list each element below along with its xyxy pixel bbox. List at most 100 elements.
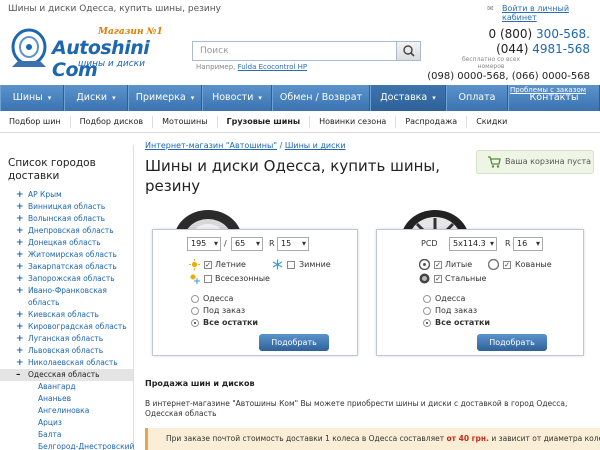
rim-stock-order-radio[interactable] (423, 307, 431, 315)
phone-mobile[interactable]: (098) 0000-568, (066) 0000-568 (427, 71, 590, 82)
phone-kyiv-prefix: (044) (496, 42, 529, 56)
region-item[interactable]: + Винницкая область (0, 201, 133, 213)
summer-checkbox[interactable]: ✓ (204, 261, 212, 269)
region-label: Ивано-Франковская область (28, 286, 107, 307)
city-item[interactable]: Авангард (0, 381, 133, 393)
tire-radius-select[interactable]: 15 (277, 237, 309, 251)
chevron-down-icon: ▾ (432, 94, 436, 102)
order-problem-link[interactable]: Проблемы с заказом (510, 86, 586, 94)
subnav-truck[interactable]: Грузовые шины (218, 115, 311, 128)
city-item[interactable]: Белгород-Днестровский (0, 441, 134, 450)
login-link[interactable]: Войти в личный кабинет (502, 4, 600, 22)
delivery-note: При заказе почтой стоимость доставки 1 к… (145, 428, 600, 450)
sun-snow-icon (190, 274, 200, 284)
region-label: Винницкая область (28, 202, 106, 211)
nav-exchange[interactable]: Обмен / Возврат (272, 85, 370, 111)
subnav-sale[interactable]: Распродажа (396, 115, 468, 128)
nav-news[interactable]: Новости ▾ (202, 85, 272, 111)
logo[interactable]: Магазин №1 Autoshini Com шины и диски (6, 25, 181, 81)
region-label: Житомирская область (28, 250, 117, 259)
region-item[interactable]: + Волынская область (0, 213, 133, 225)
region-label: Одесская область (28, 370, 100, 379)
cast-checkbox[interactable]: ✓ (434, 261, 442, 269)
steel-checkbox[interactable]: ✓ (434, 275, 442, 283)
subnav-tire-select[interactable]: Подбор шин (0, 115, 71, 128)
rim-filter-panel: PCD 5x114.3 R 16 ✓ Литые ✓ Кованые ✓ Ста… (376, 229, 584, 356)
breadcrumb-current[interactable]: Шины и диски (285, 141, 346, 150)
intro-paragraph: В интернет-магазине "Автошины Ком" Вы мо… (145, 399, 568, 418)
city-item[interactable]: Арциз (0, 417, 133, 429)
region-item[interactable]: + Днепровская область (0, 225, 133, 237)
allseason-checkbox[interactable] (204, 275, 212, 283)
plus-icon: + (16, 274, 24, 284)
allseason-label: Всесезонные (215, 274, 270, 283)
nav-rims[interactable]: Диски ▾ (64, 85, 128, 111)
region-item[interactable]: + Киевская область (0, 309, 133, 321)
tire-search-button[interactable]: Подобрать (259, 334, 329, 351)
main-nav: Шины ▾ Диски ▾ Примерка ▾ Новости ▾ Обмен / … (0, 85, 600, 111)
phone-free[interactable]: 0 (800) 300-568. (489, 27, 591, 41)
stock-order-label: Под заказ (203, 306, 246, 315)
region-item[interactable]: + Львовская область (0, 345, 133, 357)
logo-subtitle: шины и диски (78, 59, 145, 69)
rim-search-button[interactable]: Подобрать (477, 334, 547, 351)
steel-label: Стальные (445, 274, 487, 283)
plus-icon: + (16, 322, 24, 332)
region-item[interactable]: + АР Крым (0, 189, 133, 201)
phone-free-prefix: 0 (800) (488, 27, 533, 41)
phone-kyiv-number: 4981-568 (532, 42, 590, 56)
phone-kyiv[interactable]: (044) 4981-568 (489, 42, 590, 56)
page-heading: Шины и диски Одесса, купить шины, резину (145, 157, 441, 195)
rim-stock-odessa-radio[interactable] (423, 295, 431, 303)
region-item[interactable]: + Закарпатская область (0, 261, 133, 273)
mail-icon[interactable]: ✉ (487, 4, 494, 13)
city-item[interactable]: Балта (0, 429, 133, 441)
pcd-select[interactable]: 5x114.3 (449, 237, 497, 251)
region-item[interactable]: + Николаевская область (0, 357, 133, 369)
stock-odessa-radio[interactable] (191, 295, 199, 303)
search-hint-example[interactable]: Fulda Ecocontrol HP (238, 63, 308, 71)
rim-r-label: R (505, 239, 511, 248)
plus-icon: + (16, 190, 24, 200)
subnav-rim-select[interactable]: Подбор дисков (71, 115, 154, 128)
region-item[interactable]: + Донецкая область (0, 237, 133, 249)
search-input[interactable] (193, 42, 397, 60)
nav-delivery[interactable]: Доставка ▾ (370, 85, 446, 111)
search-button[interactable] (396, 42, 420, 60)
tire-size-separator: / (224, 239, 227, 248)
subnav-discounts[interactable]: Скидки (467, 116, 516, 128)
region-item[interactable]: + Луганская область (0, 333, 133, 345)
nav-rims-label: Диски (76, 92, 108, 103)
delivery-price: от 40 грн. (446, 434, 489, 443)
region-item[interactable]: + Житомирская область (0, 249, 133, 261)
winter-checkbox[interactable] (287, 261, 295, 269)
city-item[interactable]: Ананьев (0, 393, 133, 405)
breadcrumb-home[interactable]: Интернет-магазин "Автошины" (145, 141, 277, 150)
plus-icon: + (16, 358, 24, 368)
nav-payment[interactable]: Оплата (446, 85, 508, 111)
rim-stock-order-label: Под заказ (435, 306, 478, 315)
phone-block: 0 (800) 300-568. (044) 4981-568 (489, 27, 591, 56)
rim-stock-odessa-label: Одесса (435, 294, 466, 303)
region-item-open[interactable]: – Одесская область (0, 369, 133, 381)
rim-stock-all-radio[interactable] (423, 319, 431, 327)
rim-radius-select[interactable]: 16 (513, 237, 543, 251)
subnav-new[interactable]: Новинки сезона (310, 115, 397, 128)
cart-widget[interactable]: Ваша корзина пуста (476, 150, 594, 174)
search-icon (403, 45, 415, 57)
forged-checkbox[interactable]: ✓ (503, 261, 511, 269)
region-item[interactable]: + Кировоградская область (0, 321, 133, 333)
nav-payment-label: Оплата (458, 92, 496, 103)
stock-order-radio[interactable] (191, 307, 199, 315)
tire-width-select[interactable]: 195 (187, 237, 221, 251)
nav-fitting[interactable]: Примерка ▾ (128, 85, 202, 111)
city-item[interactable]: Ангелиновка (0, 405, 133, 417)
forged-wheel-icon (488, 259, 499, 270)
tire-profile-select[interactable]: 65 (231, 237, 263, 251)
region-item[interactable]: + Запорожская область (0, 273, 133, 285)
nav-tires[interactable]: Шины ▾ (0, 85, 64, 111)
region-item[interactable]: + Ивано-Франковская область (0, 285, 133, 309)
stock-all-radio[interactable] (191, 319, 199, 327)
region-label: Волынская область (28, 214, 106, 223)
subnav-moto[interactable]: Мотошины (153, 115, 218, 128)
